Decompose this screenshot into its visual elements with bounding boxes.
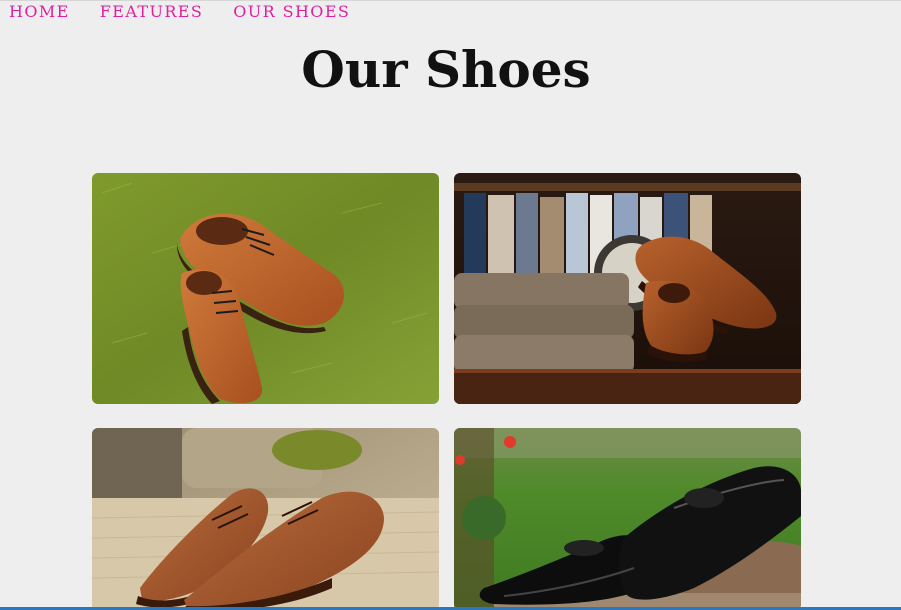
nav-home-link[interactable]: HOME [9, 2, 70, 22]
shoe-photo [92, 173, 439, 404]
top-nav: HOME FEATURES OUR SHOES [9, 1, 380, 23]
shoe-photo [454, 173, 801, 404]
shoe-photo [92, 428, 439, 610]
shoe-image-black-shoes-log[interactable] [454, 428, 801, 610]
shoe-image-brogues-shelf[interactable] [454, 173, 801, 404]
shoe-image-oxford-grass[interactable] [92, 173, 439, 404]
nav-features-link[interactable]: FEATURES [100, 2, 204, 22]
shoe-image-brogues-sofa[interactable] [92, 428, 439, 610]
shoe-photo [454, 428, 801, 610]
page-title: Our Shoes [301, 40, 591, 99]
nav-our-shoes-link[interactable]: OUR SHOES [233, 2, 350, 22]
